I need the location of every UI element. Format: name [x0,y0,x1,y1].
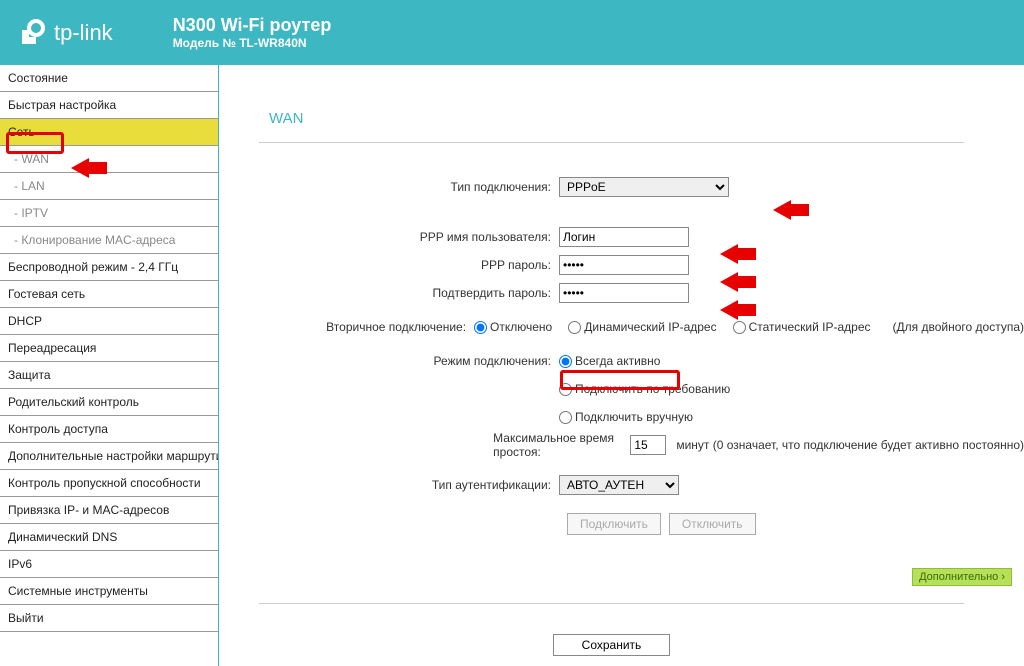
ppp-user-label: PPP имя пользователя: [259,230,559,244]
sec-stat-radio[interactable] [733,321,746,334]
sidebar-item-mac-clone[interactable]: - Клонирование MAC-адреса [0,227,218,254]
conn-type-select[interactable]: PPPoE [559,177,729,197]
sidebar-item-ipv6[interactable]: IPv6 [0,551,218,578]
mode-manual-radio[interactable] [559,411,572,424]
mode-label: Режим подключения: [259,354,559,368]
sec-dyn-radio[interactable] [568,321,581,334]
product-info: N300 Wi-Fi роутер Модель № TL-WR840N [173,15,332,50]
sidebar-item-iptv[interactable]: - IPTV [0,200,218,227]
sec-stat-option[interactable]: Статический IP-адрес [733,320,871,334]
sec-dyn-option[interactable]: Динамический IP-адрес [568,320,716,334]
mode-demand-option[interactable]: Подключить по требованию [559,382,730,396]
auth-label: Тип аутентификации: [259,478,559,492]
mode-always-option[interactable]: Всегда активно [559,354,660,368]
save-row: Сохранить [259,603,964,656]
sec-conn-label: Вторичное подключение: [259,320,474,334]
sidebar-item-quick-setup[interactable]: Быстрая настройка [0,92,218,119]
sidebar-item-logout[interactable]: Выйти [0,605,218,632]
sidebar-item-routing[interactable]: Дополнительные настройки маршрутизации [0,443,218,470]
wan-form: Тип подключения: PPPoE PPP имя пользоват… [259,143,1024,535]
sidebar-item-status[interactable]: Состояние [0,65,218,92]
mode-demand-radio[interactable] [559,383,572,396]
ppp-pass-input[interactable] [559,255,689,275]
disconnect-button[interactable]: Отключить [669,513,756,535]
page-title: WAN [259,65,964,143]
sidebar-item-bandwidth[interactable]: Контроль пропускной способности [0,470,218,497]
sec-off-option[interactable]: Отключено [474,320,552,334]
sidebar-item-wireless[interactable]: Беспроводной режим - 2,4 ГГц [0,254,218,281]
sec-hint: (Для двойного доступа) [893,320,1024,334]
sidebar-item-forwarding[interactable]: Переадресация [0,335,218,362]
sidebar-item-security[interactable]: Защита [0,362,218,389]
tplink-icon [18,18,48,48]
sidebar-item-parental[interactable]: Родительский контроль [0,389,218,416]
idle-input[interactable] [630,435,666,455]
sidebar-item-lan[interactable]: - LAN [0,173,218,200]
conn-type-label: Тип подключения: [259,180,559,194]
connect-button[interactable]: Подключить [567,513,661,535]
auth-select[interactable]: АВТО_АУТЕН [559,475,679,495]
brand-logo: tp-link [18,18,113,48]
sidebar-item-access[interactable]: Контроль доступа [0,416,218,443]
main-panel: WAN Тип подключения: PPPoE PPP имя польз… [218,65,1024,666]
sidebar-item-guest[interactable]: Гостевая сеть [0,281,218,308]
save-button[interactable]: Сохранить [553,634,671,656]
mode-always-radio[interactable] [559,355,572,368]
sidebar-item-system[interactable]: Системные инструменты [0,578,218,605]
sidebar: Состояние Быстрая настройка Сеть - WAN -… [0,65,218,666]
chevron-right-icon: › [1001,571,1005,583]
sidebar-item-wan[interactable]: - WAN [0,146,218,173]
sidebar-item-dhcp[interactable]: DHCP [0,308,218,335]
brand-text: tp-link [54,20,113,46]
ppp-pass2-input[interactable] [559,283,689,303]
ppp-user-input[interactable] [559,227,689,247]
mode-manual-option[interactable]: Подключить вручную [559,410,693,424]
product-model: Модель № TL-WR840N [173,36,332,50]
idle-hint: минут (0 означает, что подключение будет… [676,438,1024,452]
sidebar-item-network[interactable]: Сеть [0,119,218,146]
ppp-pass-label: PPP пароль: [259,258,559,272]
idle-label: Максимальное время простоя: [493,431,626,459]
product-title: N300 Wi-Fi роутер [173,15,332,36]
header: tp-link N300 Wi-Fi роутер Модель № TL-WR… [0,0,1024,65]
sidebar-item-ddns[interactable]: Динамический DNS [0,524,218,551]
sidebar-item-ipmac[interactable]: Привязка IP- и MAC-адресов [0,497,218,524]
sec-off-radio[interactable] [474,321,487,334]
ppp-pass2-label: Подтвердить пароль: [259,286,559,300]
additional-button[interactable]: Дополнительно › [912,568,1012,586]
